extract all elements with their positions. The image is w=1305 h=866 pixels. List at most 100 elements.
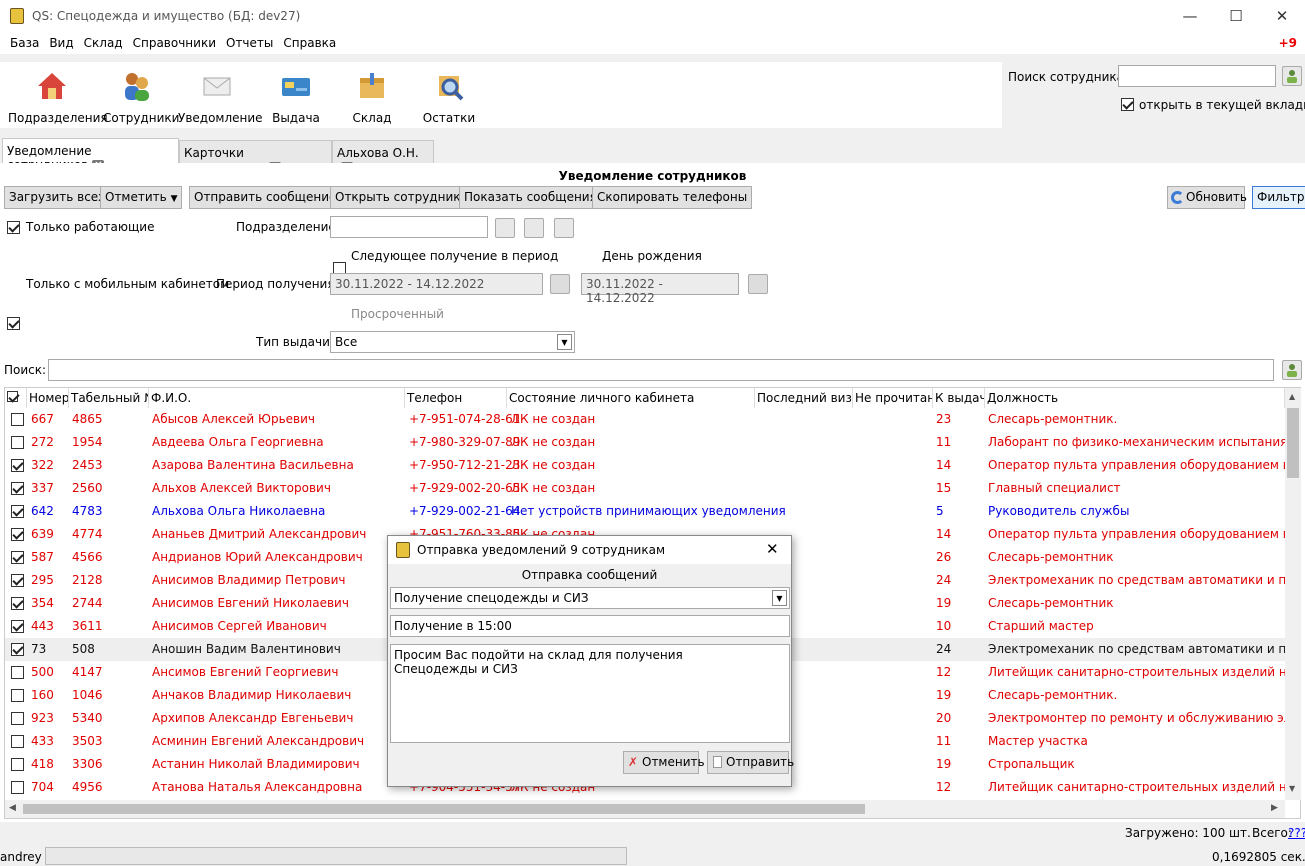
column-header[interactable]: К выдаче [933,388,985,408]
scroll-down-icon[interactable]: ▼ [1289,784,1295,793]
cell-tab: 4783 [72,504,103,518]
row-checkbox[interactable] [11,689,24,702]
row-checkbox[interactable] [11,643,24,656]
mark-button[interactable]: Отметить ▼ [100,186,182,209]
scroll-left-icon[interactable]: ◀ [9,803,16,813]
cell-num: 433 [31,734,54,748]
scroll-right-icon[interactable]: ▶ [1271,803,1278,813]
row-checkbox[interactable] [11,758,24,771]
message-body-textarea[interactable]: Просим Вас подойти на склад для получени… [390,644,790,743]
row-checkbox[interactable] [11,620,24,633]
refresh-button[interactable]: Обновить [1167,186,1247,209]
department-input[interactable] [330,216,488,238]
menu-help[interactable]: Справка [278,32,341,50]
load-all-button[interactable]: Загрузить всех [4,186,111,209]
notifications-badge[interactable]: +9 [1279,36,1297,50]
cancel-icon: ✗ [628,755,639,769]
show-messages-button[interactable]: Показать сообщения [459,186,602,209]
department-select-button[interactable] [495,218,515,238]
only-working-checkbox[interactable] [7,221,20,234]
grid-search-input[interactable] [48,359,1274,381]
period-to-field[interactable]: 30.11.2022 - 14.12.2022 [581,273,739,305]
table-row[interactable]: 337 2560 Альхов Алексей Викторович +7-929-0… [5,477,1285,500]
cell-state: ЛК не создан [511,481,596,495]
scroll-thumb[interactable] [1287,408,1299,478]
column-header[interactable]: Табельный № [69,388,149,408]
toolbar-departments-button[interactable]: Подразделения [8,70,108,125]
toolbar-employees-button[interactable]: Сотрудники [103,70,179,125]
menu-references[interactable]: Справочники [128,32,221,50]
header-check[interactable] [5,388,27,408]
tab-employee-cards[interactable]: Карточки сотрудников✕ [179,140,332,174]
column-header[interactable]: Не прочитано [853,388,933,408]
row-checkbox[interactable] [11,735,24,748]
dialog-close-icon[interactable]: ✕ [766,540,779,558]
open-employee-button[interactable]: Открыть сотрудника [330,186,473,209]
dialog-title: Отправка уведомлений 9 сотрудникам [417,543,665,557]
row-checkbox[interactable] [11,482,24,495]
hscroll-thumb[interactable] [23,804,865,814]
close-button[interactable]: ✕ [1259,4,1305,28]
column-header[interactable]: Номер [27,388,69,408]
tab-strip: Уведомление сотрудников✕ Карточки сотруд… [0,138,1305,174]
department-edit-button[interactable] [554,218,574,238]
send-button[interactable]: Отправить [707,751,794,774]
horizontal-scrollbar[interactable]: ◀ ▶ [5,800,1285,818]
row-checkbox[interactable] [11,528,24,541]
menu-warehouse[interactable]: Склад [79,32,128,50]
column-header[interactable]: Телефон [405,388,507,408]
row-checkbox[interactable] [11,597,24,610]
copy-phones-button[interactable]: Скопировать телефоны [592,186,753,209]
table-row[interactable]: 272 1954 Авдеева Ольга Георгиевна +7-980-32… [5,431,1285,454]
employee-search-button[interactable] [1282,66,1302,86]
document-icon [713,756,722,768]
cell-tab: 4956 [72,780,103,794]
row-checkbox[interactable] [11,574,24,587]
menu-reports[interactable]: Отчеты [221,32,278,50]
toolbar-stock-button[interactable]: Остатки [415,70,483,125]
department-tree-button[interactable] [524,218,544,238]
table-row[interactable]: 642 4783 Альхова Ольга Николаевна +7-929-00… [5,500,1285,523]
row-checkbox[interactable] [11,781,24,794]
menu-base[interactable]: База [5,32,44,50]
scroll-up-icon[interactable]: ▲ [1289,392,1295,401]
minimize-button[interactable]: — [1167,4,1213,28]
vertical-scrollbar[interactable]: ▲ ▼ [1285,388,1301,800]
row-checkbox[interactable] [11,712,24,725]
menu-view[interactable]: Вид [44,32,78,50]
send-message-button[interactable]: Отправить сообщение [189,186,342,209]
cancel-button[interactable]: ✗ Отменить [623,751,705,774]
row-checkbox[interactable] [11,505,24,518]
cell-num: 923 [31,711,54,725]
table-row[interactable]: 322 2453 Азарова Валентина Васильевна +7-95… [5,454,1285,477]
row-checkbox[interactable] [11,551,24,564]
issue-type-select[interactable]: Все ▼ [330,331,575,353]
table-row[interactable]: 667 4865 Абысов Алексей Юрьевич +7-951-074-… [5,408,1285,431]
open-in-tab-checkbox[interactable] [1121,98,1134,111]
column-header[interactable]: Последний визит [755,388,853,408]
filter-button[interactable]: Фильтр [1252,186,1305,209]
toolbar-warehouse-button[interactable]: Склад [338,70,406,125]
tab-notify-employees[interactable]: Уведомление сотрудников✕ [2,138,179,172]
subject-input[interactable]: Получение в 15:00 [390,615,790,637]
toolbar-issue-button[interactable]: Выдача [262,70,330,125]
maximize-button[interactable]: ☐ [1213,4,1259,28]
tab-alkhova[interactable]: Альхова О.Н.✕ [332,140,434,174]
period2-swap-button[interactable] [748,274,768,294]
row-checkbox[interactable] [11,459,24,472]
total-link[interactable]: ??? [1288,826,1305,840]
row-checkbox[interactable] [11,666,24,679]
column-header[interactable]: Состояние личного кабинета [507,388,755,408]
template-select[interactable]: Получение спецодежды и СИЗ ▼ [390,587,790,609]
column-header[interactable]: Должность [985,388,1285,408]
employee-search-input[interactable] [1118,65,1276,87]
toolbar-notification-button[interactable]: Уведомление [178,70,263,125]
period-swap-button[interactable] [550,274,570,294]
column-header[interactable]: Ф.И.О. [149,388,405,408]
grid-search-button[interactable] [1282,360,1302,380]
only-mobile-checkbox[interactable] [7,317,20,330]
period-from-field[interactable]: 30.11.2022 - 14.12.2022 [330,273,543,295]
row-checkbox[interactable] [11,413,24,426]
select-all-checkbox[interactable] [7,391,18,402]
row-checkbox[interactable] [11,436,24,449]
